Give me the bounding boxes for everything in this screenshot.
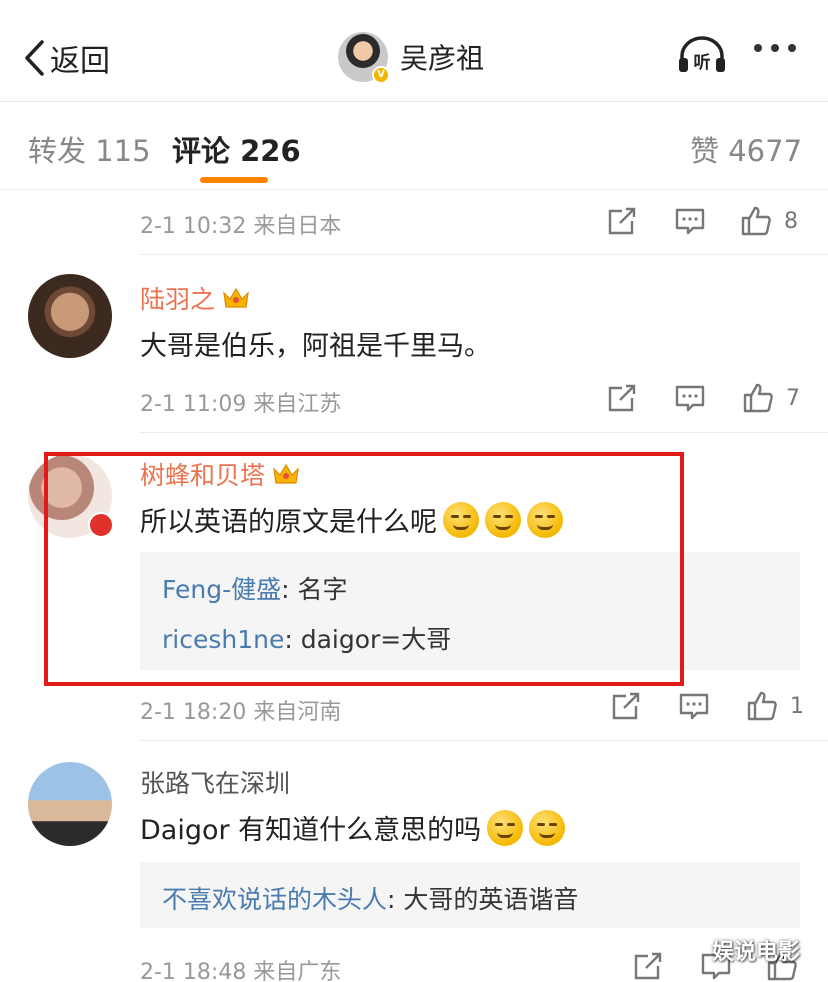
reply-box[interactable]: 不喜欢说话的木头人: 大哥的英语谐音 bbox=[140, 862, 800, 928]
avatar[interactable] bbox=[28, 762, 112, 846]
like-button[interactable] bbox=[746, 690, 778, 722]
reply-text: : 大哥的英语谐音 bbox=[387, 885, 579, 914]
more-dot-icon bbox=[754, 44, 762, 52]
verified-badge-icon: V bbox=[372, 66, 390, 84]
back-label: 返回 bbox=[50, 44, 110, 79]
comment-username[interactable]: 陆羽之 bbox=[140, 280, 251, 316]
reply-button[interactable] bbox=[678, 690, 710, 722]
avatar[interactable]: V bbox=[338, 32, 390, 84]
share-button[interactable] bbox=[632, 950, 664, 982]
more-button[interactable] bbox=[754, 44, 796, 52]
page-title: 吴彦祖 bbox=[400, 42, 485, 75]
comment-meta: 2-1 10:32 来自日本 bbox=[140, 214, 342, 239]
profile-title[interactable]: V 吴彦祖 bbox=[338, 32, 485, 84]
listen-button[interactable]: 听 bbox=[676, 34, 728, 74]
watermark: 娱说电影 bbox=[712, 940, 801, 965]
like-button[interactable] bbox=[740, 205, 772, 237]
thinking-icon bbox=[487, 809, 524, 846]
back-button[interactable]: 返回 bbox=[22, 36, 110, 80]
more-dot-icon bbox=[788, 44, 796, 52]
thumbs-up-icon bbox=[741, 206, 771, 236]
laughing-tears-icon bbox=[529, 809, 566, 846]
comment-actions: 7 bbox=[606, 382, 828, 422]
reply-username[interactable]: 不喜欢说话的木头人 bbox=[162, 885, 387, 914]
comment-meta: 2-1 11:09 来自江苏 bbox=[140, 392, 342, 417]
comment-actions: 8 bbox=[606, 205, 828, 245]
comment-actions: 1 bbox=[606, 690, 828, 730]
share-button[interactable] bbox=[610, 690, 642, 722]
thumbs-up-icon bbox=[743, 383, 773, 413]
tab-likes[interactable]: 赞 4677 bbox=[690, 128, 802, 170]
share-button[interactable] bbox=[606, 205, 638, 237]
like-button[interactable] bbox=[742, 382, 774, 414]
like-count: 7 bbox=[786, 386, 800, 411]
top-nav-bar: 返回 V 吴彦祖 听 bbox=[0, 0, 828, 102]
comment-icon bbox=[679, 693, 709, 720]
comment-username[interactable]: 张路飞在深圳 bbox=[140, 764, 290, 800]
comment-meta: 2-1 18:48 来自广东 bbox=[140, 960, 342, 982]
comment-icon bbox=[675, 385, 705, 412]
comment-divider bbox=[140, 740, 828, 741]
comment-divider bbox=[140, 254, 828, 255]
chevron-left-icon bbox=[25, 40, 44, 76]
share-icon bbox=[608, 207, 636, 235]
comment-divider bbox=[140, 432, 828, 433]
like-count: 8 bbox=[784, 209, 798, 234]
comment-text: Daigor 有知道什么意思的吗 bbox=[140, 808, 566, 847]
like-count: 1 bbox=[790, 694, 804, 719]
comment-meta: 2-1 18:20 来自河南 bbox=[140, 700, 342, 725]
reply-button[interactable] bbox=[674, 382, 706, 414]
share-icon bbox=[634, 952, 662, 980]
comment-icon bbox=[675, 208, 705, 235]
username-label: 陆羽之 bbox=[140, 285, 216, 314]
tab-reposts[interactable]: 转发 115 bbox=[28, 128, 151, 170]
tab-comments[interactable]: 评论 226 bbox=[172, 128, 301, 170]
share-icon bbox=[612, 692, 640, 720]
headphones-icon: 听 bbox=[679, 36, 725, 73]
more-dot-icon bbox=[771, 44, 779, 52]
reply-item: 不喜欢说话的木头人: 大哥的英语谐音 bbox=[162, 880, 578, 916]
tab-bar: 转发 115 评论 226 赞 4677 bbox=[0, 102, 828, 190]
crown-icon bbox=[223, 287, 249, 308]
active-tab-indicator bbox=[200, 177, 268, 183]
reply-button[interactable] bbox=[674, 205, 706, 237]
listen-label: 听 bbox=[694, 52, 711, 73]
comment-text-label: Daigor 有知道什么意思的吗 bbox=[140, 815, 482, 846]
red-highlight-box bbox=[44, 452, 684, 686]
thumbs-up-icon bbox=[747, 691, 777, 721]
username-label: 张路飞在深圳 bbox=[140, 769, 291, 798]
share-icon bbox=[608, 384, 636, 412]
share-button[interactable] bbox=[606, 382, 638, 414]
avatar[interactable] bbox=[28, 274, 112, 358]
comment-text: 大哥是伯乐，阿祖是千里马。 bbox=[140, 331, 491, 362]
